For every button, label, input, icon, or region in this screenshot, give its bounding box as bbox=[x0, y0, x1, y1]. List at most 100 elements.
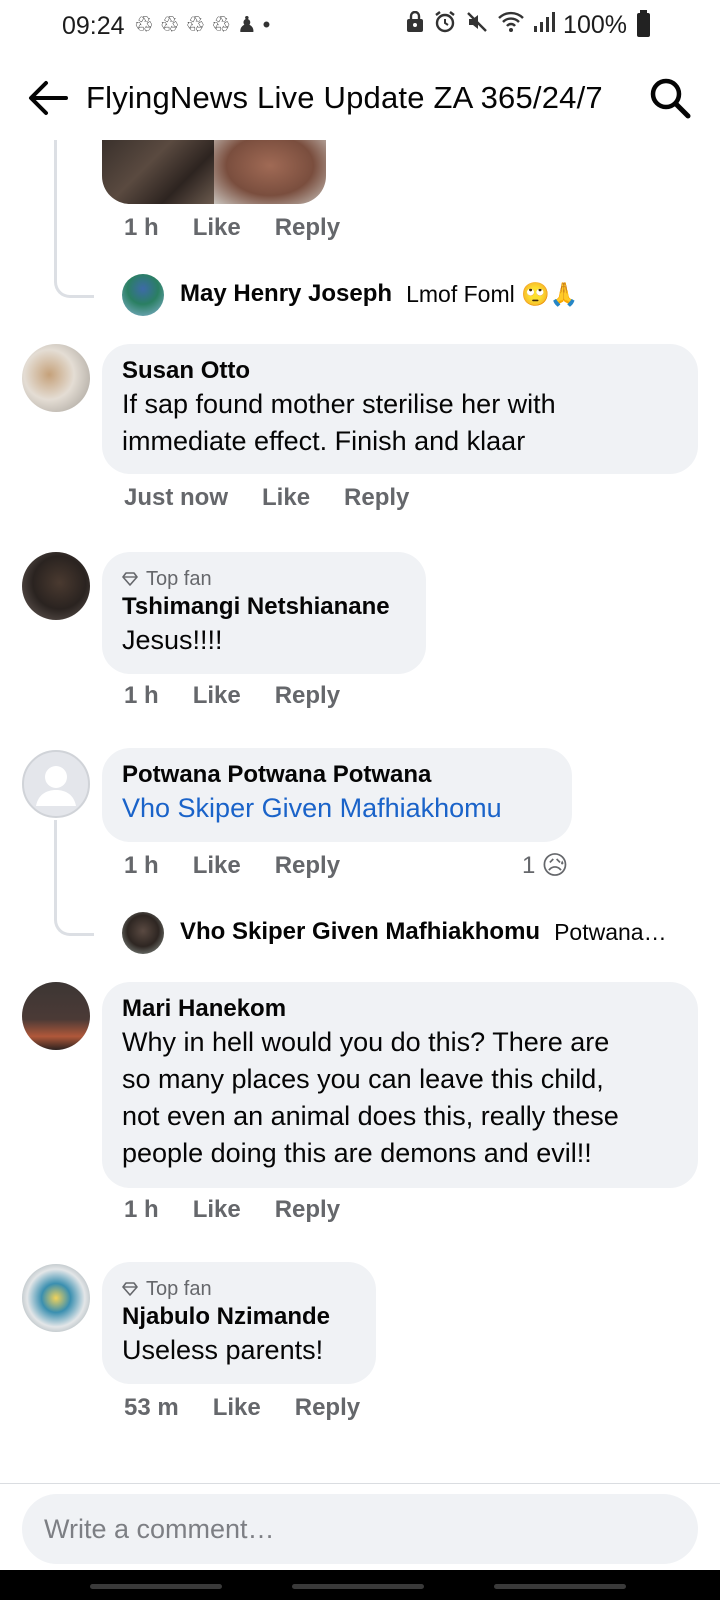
nav-home-button[interactable] bbox=[292, 1584, 424, 1589]
reply-preview[interactable]: May Henry Joseph Lmof Foml 🙄🙏 bbox=[180, 280, 578, 308]
thread-connector bbox=[54, 914, 94, 936]
comment-bubble[interactable]: Top fan Tshimangi Netshianane Jesus!!!! bbox=[102, 552, 426, 674]
top-fan-label: Top fan bbox=[146, 1278, 212, 1300]
comment-actions: 1 h Like Reply bbox=[124, 682, 340, 710]
system-navigation-bar bbox=[0, 1570, 720, 1600]
notification-icon: ♲ bbox=[134, 12, 154, 37]
page-header: FlyingNews Live Update ZA 365/24/7 bbox=[0, 62, 720, 134]
reply-author: Vho Skiper Given Mafhiakhomu bbox=[180, 918, 541, 945]
battery-icon bbox=[637, 10, 650, 37]
nav-recents-button[interactable] bbox=[90, 1584, 222, 1589]
alarm-icon bbox=[433, 10, 457, 40]
comment-image-attachment[interactable] bbox=[102, 140, 326, 204]
thread-line bbox=[54, 820, 57, 916]
reaction-count: 1 bbox=[522, 851, 536, 879]
like-button[interactable]: Like bbox=[262, 484, 310, 512]
reply-button[interactable]: Reply bbox=[275, 852, 340, 880]
like-button[interactable]: Like bbox=[193, 852, 241, 880]
avatar[interactable] bbox=[122, 912, 164, 954]
avatar[interactable] bbox=[22, 982, 90, 1050]
comment-timestamp: 1 h bbox=[124, 682, 159, 709]
comment-actions: Just now Like Reply bbox=[124, 484, 409, 512]
like-button[interactable]: Like bbox=[193, 214, 241, 242]
avatar-placeholder[interactable] bbox=[22, 750, 90, 818]
reply-text: Potwana… bbox=[554, 918, 667, 945]
composer-divider bbox=[0, 1483, 720, 1484]
notification-icon: ♲ bbox=[185, 12, 206, 37]
status-time: 09:24 bbox=[62, 12, 125, 40]
comment-author[interactable]: Njabulo Nzimande bbox=[122, 1302, 356, 1332]
reaction-summary[interactable]: 1 😥 bbox=[522, 850, 568, 881]
comment-text-line: immediate effect. Finish and klaar bbox=[122, 426, 526, 456]
back-button[interactable] bbox=[26, 78, 70, 118]
reply-author: May Henry Joseph bbox=[180, 280, 393, 307]
top-fan-label: Top fan bbox=[146, 568, 212, 590]
nav-back-button[interactable] bbox=[494, 1584, 626, 1589]
comment-actions: 1 h Like Reply bbox=[124, 852, 340, 880]
reply-button[interactable]: Reply bbox=[295, 1394, 360, 1422]
signal-icon bbox=[533, 10, 556, 40]
sad-reaction-icon: 😥 bbox=[541, 850, 569, 880]
lock-icon bbox=[405, 10, 425, 39]
more-notifications-dot: • bbox=[262, 12, 271, 37]
comment-text-line: so many places you can leave this child, bbox=[122, 1064, 604, 1094]
reply-preview[interactable]: Vho Skiper Given Mafhiakhomu Potwana… bbox=[180, 918, 667, 946]
mention-link[interactable]: Vho Skiper Given Mafhiakhomu bbox=[122, 790, 552, 827]
like-button[interactable]: Like bbox=[193, 1196, 241, 1224]
comment-bubble[interactable]: Mari Hanekom Why in hell would you do th… bbox=[102, 982, 698, 1188]
avatar[interactable] bbox=[22, 344, 90, 412]
comment-text: Jesus!!!! bbox=[122, 625, 223, 655]
comment-actions: 1 h Like Reply bbox=[124, 214, 340, 242]
comment-text-line: If sap found mother sterilise her with bbox=[122, 389, 556, 419]
search-icon bbox=[650, 78, 691, 119]
comment-timestamp: 1 h bbox=[124, 852, 159, 879]
like-button[interactable]: Like bbox=[213, 1394, 261, 1422]
status-bar: 09:24 ♲ ♲ ♲ ♲ ♟ • 100% bbox=[0, 0, 720, 52]
comment-author[interactable]: Tshimangi Netshianane bbox=[122, 592, 406, 622]
photo-face bbox=[214, 140, 326, 204]
avatar[interactable] bbox=[22, 552, 90, 620]
reply-button[interactable]: Reply bbox=[275, 214, 340, 242]
default-user-icon bbox=[36, 766, 76, 806]
comment-bubble[interactable]: Top fan Njabulo Nzimande Useless parents… bbox=[102, 1262, 376, 1384]
like-button[interactable]: Like bbox=[193, 682, 241, 710]
comment-composer[interactable] bbox=[22, 1494, 698, 1564]
notification-icon: ♲ bbox=[211, 12, 231, 37]
comment-actions: 53 m Like Reply bbox=[124, 1394, 360, 1422]
reply-button[interactable]: Reply bbox=[275, 1196, 340, 1224]
system-icons: 100% bbox=[405, 10, 650, 40]
thread-line bbox=[54, 140, 57, 250]
comment-text-line: Why in hell would you do this? There are bbox=[122, 1027, 610, 1057]
search-button[interactable] bbox=[648, 76, 692, 120]
comment-author[interactable]: Mari Hanekom bbox=[122, 994, 678, 1024]
comment-timestamp: 53 m bbox=[124, 1394, 179, 1421]
mute-icon bbox=[465, 10, 489, 40]
page-title: FlyingNews Live Update ZA 365/24/7 bbox=[86, 80, 603, 115]
avatar[interactable] bbox=[22, 1264, 90, 1332]
top-fan-badge: Top fan bbox=[122, 566, 406, 592]
avatar[interactable] bbox=[122, 274, 164, 316]
comment-timestamp: 1 h bbox=[124, 1196, 159, 1223]
reply-button[interactable]: Reply bbox=[344, 484, 409, 512]
comment-author[interactable]: Susan Otto bbox=[122, 356, 678, 386]
reply-button[interactable]: Reply bbox=[275, 682, 340, 710]
wifi-icon bbox=[497, 10, 525, 40]
notification-icon: ♲ bbox=[159, 12, 180, 37]
comments-feed[interactable]: 1 h Like Reply May Henry Joseph Lmof Fom… bbox=[0, 140, 720, 1480]
comment-timestamp: 1 h bbox=[124, 214, 159, 241]
notification-icons: ♲ ♲ ♲ ♲ ♟ • bbox=[134, 12, 270, 38]
comment-bubble[interactable]: Potwana Potwana Potwana Vho Skiper Given… bbox=[102, 748, 572, 842]
comment-text-line: not even an animal does this, really the… bbox=[122, 1101, 619, 1131]
comment-actions: 1 h Like Reply bbox=[124, 1196, 340, 1224]
comment-text: Useless parents! bbox=[122, 1335, 324, 1365]
comment-text-line: people doing this are demons and evil!! bbox=[122, 1138, 592, 1168]
reply-text: Lmof Foml 🙄🙏 bbox=[406, 280, 579, 307]
comment-timestamp: Just now bbox=[124, 484, 229, 511]
thread-connector bbox=[54, 248, 94, 298]
battery-percent: 100% bbox=[563, 10, 627, 39]
top-fan-badge: Top fan bbox=[122, 1276, 356, 1302]
comment-input[interactable] bbox=[22, 1494, 698, 1564]
comment-bubble[interactable]: Susan Otto If sap found mother sterilise… bbox=[102, 344, 698, 474]
comment-author[interactable]: Potwana Potwana Potwana bbox=[122, 760, 552, 790]
diamond-icon bbox=[122, 572, 138, 586]
